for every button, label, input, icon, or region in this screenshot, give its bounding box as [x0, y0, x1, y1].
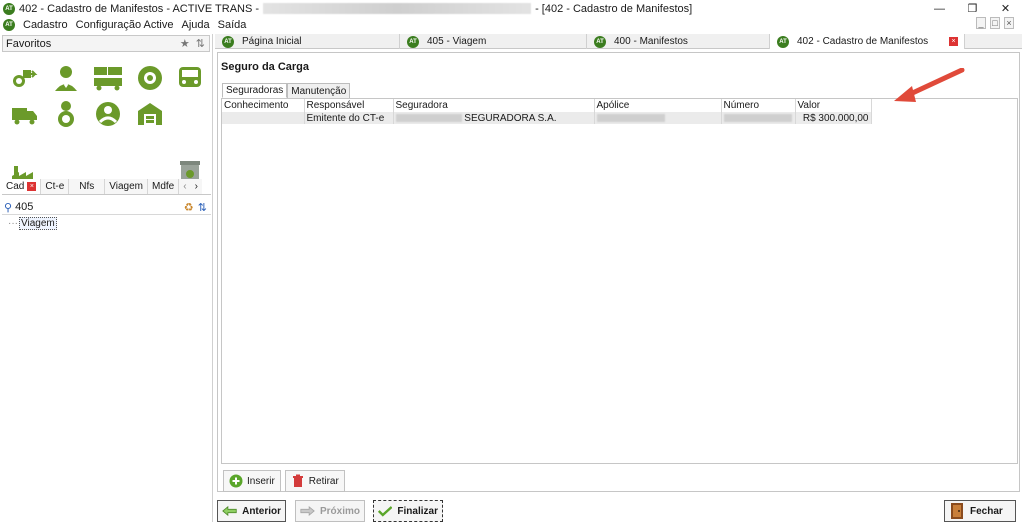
bus-icon[interactable] — [174, 62, 206, 94]
grid-buttons: Inserir Retirar — [223, 470, 345, 492]
menu-configuracao[interactable]: Configuração Active — [72, 19, 178, 31]
annotation-arrow-icon — [894, 68, 965, 102]
mdi-close-button[interactable]: × — [1004, 17, 1014, 29]
window-controls: — ❐ ✕ — [923, 0, 1022, 17]
sort-icon[interactable]: ⇅ — [198, 201, 207, 214]
mdi-controls: _ □ × — [976, 17, 1014, 29]
menu-cadastro[interactable]: Cadastro — [19, 19, 72, 31]
remove-button[interactable]: Retirar — [284, 470, 345, 492]
menu-saida[interactable]: Saída — [214, 19, 251, 31]
doc-tab-pagina-inicial[interactable]: AT Página Inicial — [215, 34, 400, 49]
content-area: Seguro da Carga Seguradoras Manutenção C… — [217, 52, 1020, 492]
checkmark-icon — [378, 506, 393, 517]
next-button[interactable]: Próximo — [295, 500, 365, 522]
close-tab-icon[interactable]: × — [27, 182, 37, 191]
document-tabs: AT Página Inicial AT 405 - Viagem AT 400… — [215, 34, 1022, 49]
bottom-buttons: Anterior Próximo Finalizar Fechar — [217, 500, 1020, 522]
tree-view: ··· Viagem — [8, 217, 57, 230]
tab-logo-icon: AT — [407, 35, 419, 48]
previous-button[interactable]: Anterior — [217, 500, 286, 522]
section-title: Seguro da Carga — [221, 61, 310, 73]
search-row: ⚲ 405 ♻ ⇅ — [2, 200, 211, 215]
warehouse-icon[interactable] — [134, 98, 166, 130]
cell-seguradora[interactable]: SEGURADORA S.A. — [393, 112, 595, 124]
col-valor[interactable]: Valor — [795, 99, 872, 112]
menu-bar: AT Cadastro Configuração Active Ajuda Sa… — [0, 17, 1022, 33]
window-title-prefix: 402 - Cadastro de Manifestos - ACTIVE TR… — [19, 2, 260, 15]
search-icon: ⚲ — [4, 201, 13, 214]
pin-icon[interactable]: ⇅ — [196, 37, 205, 50]
driver-wheel-icon[interactable] — [92, 98, 124, 130]
col-seguradora[interactable]: Seguradora — [393, 99, 595, 112]
menu-logo-icon: AT — [3, 19, 15, 31]
tab-manutencao[interactable]: Manutenção — [287, 83, 351, 98]
minimize-button[interactable]: — — [923, 0, 956, 17]
redacted-apolice — [596, 113, 665, 122]
insurers-grid: Conhecimento Responsável Seguradora Apól… — [221, 98, 1018, 464]
delivery-truck-icon[interactable] — [8, 98, 40, 130]
tab-logo-icon: AT — [594, 35, 606, 48]
broom-icon[interactable]: ♻ — [184, 201, 194, 214]
col-apolice[interactable]: Apólice — [594, 99, 722, 112]
insurers-table: Conhecimento Responsável Seguradora Apól… — [222, 99, 872, 124]
star-icon[interactable]: ★ — [180, 37, 190, 50]
left-tab-cad[interactable]: Cad × — [2, 179, 42, 194]
title-bar: AT 402 - Cadastro de Manifestos - ACTIVE… — [0, 0, 1022, 17]
app-logo-icon: AT — [3, 2, 15, 15]
tab-scroll-left-icon[interactable]: ‹ — [179, 179, 191, 194]
tab-scroll-right-icon[interactable]: › — [190, 179, 202, 194]
col-responsavel[interactable]: Responsável — [304, 99, 394, 112]
cell-numero[interactable] — [721, 112, 796, 124]
menu-ajuda[interactable]: Ajuda — [177, 19, 213, 31]
doc-tab-cadastro-manifestos[interactable]: AT 402 - Cadastro de Manifestos × — [770, 34, 965, 49]
arrow-left-icon — [222, 505, 237, 517]
arrow-right-icon — [300, 505, 315, 517]
left-tab-mdfe[interactable]: Mdfe — [148, 179, 180, 194]
doc-tab-manifestos[interactable]: AT 400 - Manifestos — [587, 34, 770, 49]
driver-icon[interactable] — [50, 98, 82, 130]
tab-logo-icon: AT — [222, 35, 234, 48]
cell-apolice[interactable] — [594, 112, 722, 124]
left-tab-viagem[interactable]: Viagem — [105, 179, 148, 194]
door-exit-icon — [951, 503, 963, 519]
left-tab-cte[interactable]: Ct-e — [41, 179, 70, 194]
doc-tab-viagem[interactable]: AT 405 - Viagem — [400, 34, 587, 49]
close-window-button[interactable]: ✕ — [989, 0, 1022, 17]
redacted-numero — [723, 113, 792, 122]
favorites-label: Favoritos — [6, 37, 52, 50]
tire-icon[interactable] — [134, 62, 166, 94]
tree-item-viagem[interactable]: Viagem — [19, 217, 57, 230]
finish-button[interactable]: Finalizar — [373, 500, 443, 522]
close-doc-tab-icon[interactable]: × — [949, 37, 958, 46]
left-tabs: Cad × Ct-e Nfs Viagem Mdfe ‹ › — [2, 179, 211, 195]
cell-conhecimento[interactable] — [222, 112, 305, 124]
col-conhecimento[interactable]: Conhecimento — [222, 99, 305, 112]
tab-logo-icon: AT — [777, 35, 789, 48]
favorites-header: Favoritos ★ ⇅ — [2, 35, 210, 52]
tree-connector: ··· — [8, 218, 18, 229]
cell-valor[interactable]: R$ 300.000,00 — [795, 112, 872, 124]
mdi-restore-button[interactable]: □ — [990, 17, 1000, 29]
search-input[interactable]: 405 — [15, 201, 184, 213]
inner-tabs: Seguradoras Manutenção — [222, 83, 351, 98]
window-title-suffix: - [402 - Cadastro de Manifestos] — [535, 2, 693, 15]
tab-seguradoras[interactable]: Seguradoras — [222, 83, 288, 98]
person-tie-icon[interactable] — [50, 62, 82, 94]
redacted-title-segment — [263, 3, 532, 14]
table-header-row: Conhecimento Responsável Seguradora Apól… — [222, 99, 872, 112]
plus-icon — [229, 474, 243, 488]
left-panel: Favoritos ★ ⇅ Cad × Ct-e Nfs Viagem Mdfe… — [0, 34, 213, 522]
truck-fleet-icon[interactable] — [92, 62, 124, 94]
trash-icon — [292, 474, 303, 487]
insert-button[interactable]: Inserir — [223, 470, 281, 492]
col-numero[interactable]: Número — [721, 99, 796, 112]
left-tab-nfs[interactable]: Nfs — [69, 179, 106, 194]
restore-button[interactable]: ❐ — [956, 0, 989, 17]
add-route-icon[interactable] — [8, 62, 40, 94]
table-row[interactable]: Emitente do CT-e SEGURADORA S.A. R$ 300.… — [222, 112, 872, 124]
mdi-minimize-button[interactable]: _ — [976, 17, 986, 29]
redacted-seguradora — [395, 113, 462, 122]
close-button[interactable]: Fechar — [944, 500, 1016, 522]
cell-responsavel[interactable]: Emitente do CT-e — [304, 112, 394, 124]
